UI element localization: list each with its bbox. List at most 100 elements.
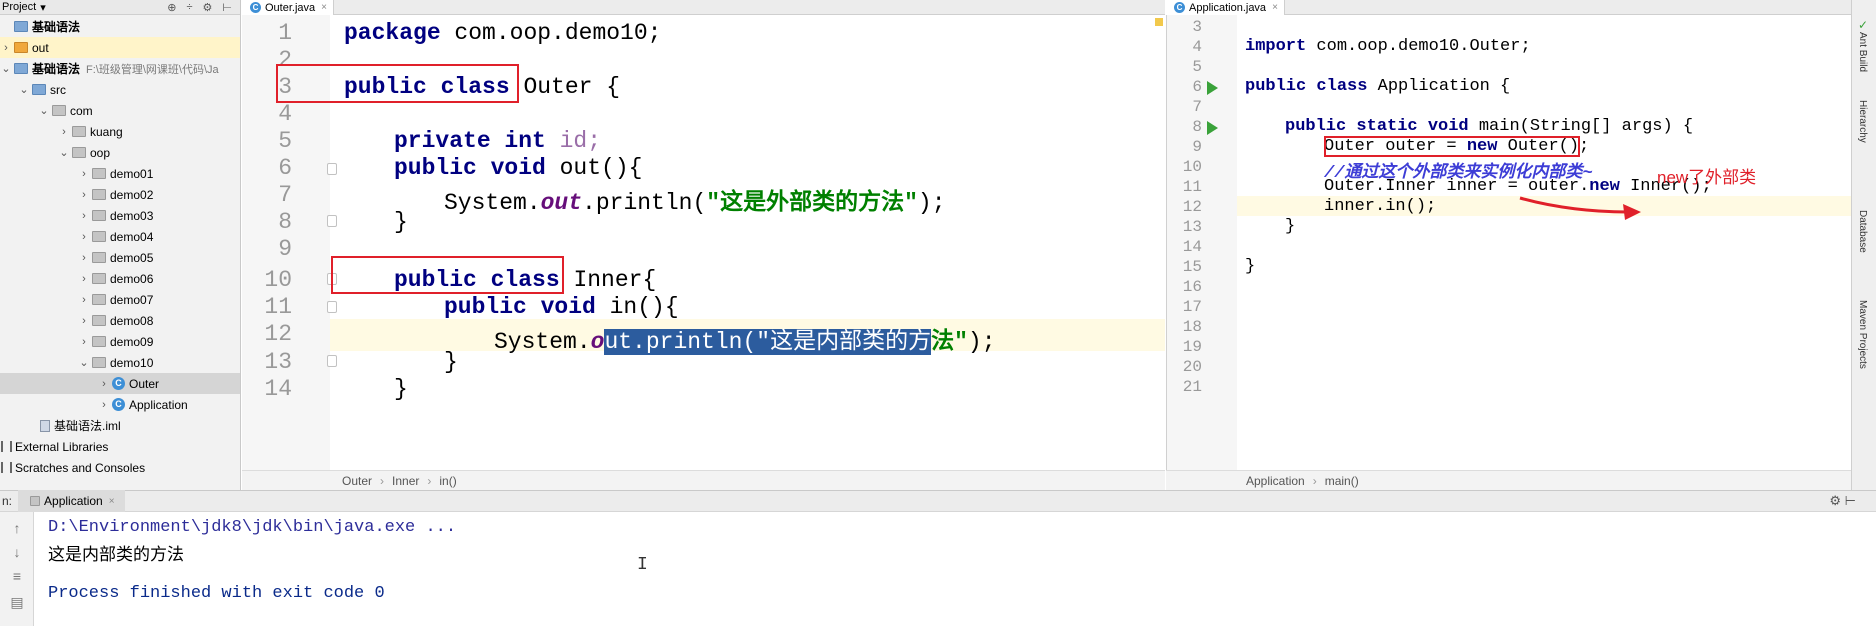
editor-outer-java[interactable]: 1 2 3 4 5 6 7 8 9 10 11 12 13 14 package… [242,15,1165,470]
tree-item-out[interactable]: › out [0,37,240,58]
tree-item-scratches[interactable]: Scratches and Consoles [0,457,240,478]
chevron-right-icon[interactable]: › [98,399,110,411]
chevron-right-icon[interactable]: › [78,231,90,243]
chevron-down-icon[interactable]: ⌄ [78,356,90,369]
chevron-right-icon[interactable]: › [98,378,110,390]
chevron-right-icon[interactable]: › [78,336,90,348]
tree-item-module[interactable]: ⌄ 基础语法 F:\班级管理\网课班\代码\Ja [0,58,240,79]
console-output[interactable]: D:\Environment\jdk8\jdk\bin\java.exe ...… [34,512,1876,626]
tree-item-oop[interactable]: ⌄ oop [0,142,240,163]
selected-text[interactable]: ut.println("这是内部类的方 [604,329,932,355]
code-line-6: public void out(){ [394,155,642,181]
tree-item-demo03[interactable]: › demo03 [0,205,240,226]
chevron-right-icon[interactable]: › [78,273,90,285]
run-tab-application[interactable]: Application × [18,490,125,512]
code-text: Application { [1367,77,1511,96]
project-title[interactable]: Project [2,1,36,13]
code-text: } [394,376,408,402]
tree-item-demo05[interactable]: › demo05 [0,247,240,268]
breadcrumb-item[interactable]: Inner [392,474,419,488]
fold-marker[interactable] [327,301,337,313]
tool-maven-projects[interactable]: Maven Projects [1857,300,1868,369]
chevron-right-icon[interactable]: › [78,189,90,201]
run-icon[interactable] [1207,81,1218,95]
chevron-right-icon[interactable]: › [58,126,70,138]
code-line-8: } [394,209,408,235]
highlight-box-new-outer [1324,136,1580,157]
tree-item-demo06[interactable]: › demo06 [0,268,240,289]
tree-item-application[interactable]: › C Application [0,394,240,415]
breadcrumb-left: Outer › Inner › in() [242,470,1165,490]
tree-item-kuang[interactable]: › kuang [0,121,240,142]
code-text: .println( [582,190,707,216]
tree-item-outer[interactable]: › C Outer [0,373,240,394]
gear-icon[interactable]: ⚙ [203,1,213,14]
code-line-14: } [394,376,408,402]
tab-application-java[interactable]: C Application.java × [1166,0,1285,15]
tab-outer-java[interactable]: C Outer.java × [242,0,334,15]
editor-application-java[interactable]: 3 4 5 6 7 8 9 10 11 12 13 14 15 16 17 18… [1166,15,1851,470]
tree-item-label: Outer [129,376,160,391]
soft-wrap-icon[interactable]: ≡ [8,568,26,586]
chevron-down-icon[interactable]: ⌄ [18,83,30,96]
tree-item-demo07[interactable]: › demo07 [0,289,240,310]
breadcrumb-item[interactable]: in() [439,474,456,488]
tool-hierarchy[interactable]: Hierarchy [1857,100,1868,143]
keyword: public static void [1285,117,1469,136]
tool-database[interactable]: Database [1857,210,1868,253]
chevron-down-icon[interactable]: ⌄ [38,104,50,117]
warning-marker[interactable] [1155,18,1163,26]
tree-item-root-module[interactable]: 基础语法 [0,16,240,37]
keyword: package [344,20,441,46]
chevron-right-icon[interactable]: › [0,42,12,54]
tree-item-demo09[interactable]: › demo09 [0,331,240,352]
close-icon[interactable]: × [321,2,327,13]
chevron-right-icon[interactable]: › [78,168,90,180]
tree-item-demo04[interactable]: › demo04 [0,226,240,247]
tool-ant-build[interactable]: Ant Build [1857,32,1868,72]
fold-marker[interactable] [327,163,337,175]
class-name: Inner [559,267,643,293]
hide-icon[interactable]: ⊢ [222,1,232,14]
tree-item-label: demo06 [110,271,154,286]
scratches-icon [1,462,12,473]
tree-item-demo02[interactable]: › demo02 [0,184,240,205]
tree-item-external-libraries[interactable]: External Libraries [0,436,240,457]
fold-marker[interactable] [327,215,337,227]
arrow-up-icon[interactable]: ↑ [8,520,26,538]
gear-icon[interactable]: ⚙ ⊢ [1829,493,1856,509]
chevron-down-icon[interactable]: ⌄ [58,146,70,159]
close-icon[interactable]: × [109,496,115,507]
breadcrumb-item[interactable]: main() [1325,474,1359,488]
tree-item-demo01[interactable]: › demo01 [0,163,240,184]
fold-marker[interactable] [327,355,337,367]
highlight-box-outer [276,64,519,103]
target-icon[interactable]: ⊕ [167,1,176,14]
run-config-icon [30,496,41,506]
tree-item-iml[interactable]: 基础语法.iml [0,415,240,436]
code-line-r4: import com.oop.demo10.Outer; [1245,37,1531,56]
chevron-down-icon[interactable]: ▾ [40,1,46,14]
close-icon[interactable]: × [1272,2,1278,13]
highlight-box-inner [331,256,564,294]
tree-item-label: demo03 [110,208,154,223]
chevron-right-icon[interactable]: › [78,294,90,306]
collapse-icon[interactable]: ÷ [186,1,192,14]
tree-item-com[interactable]: ⌄ com [0,100,240,121]
source-folder-icon [32,84,46,95]
breadcrumb-item[interactable]: Outer [342,474,372,488]
tree-item-label: demo08 [110,313,154,328]
code-text: out(){ [545,155,643,181]
arrow-down-icon[interactable]: ↓ [8,544,26,562]
breadcrumb-item[interactable]: Application [1246,474,1305,488]
tree-item-demo10[interactable]: ⌄ demo10 [0,352,240,373]
chevron-right-icon[interactable]: › [78,210,90,222]
run-icon[interactable] [1207,121,1218,135]
tree-item-demo08[interactable]: › demo08 [0,310,240,331]
chevron-right-icon[interactable]: › [78,252,90,264]
keyword: public void [444,294,596,320]
chevron-right-icon[interactable]: › [78,315,90,327]
tree-item-src[interactable]: ⌄ src [0,79,240,100]
print-icon[interactable]: ▤ [8,594,26,612]
chevron-down-icon[interactable]: ⌄ [0,62,12,75]
